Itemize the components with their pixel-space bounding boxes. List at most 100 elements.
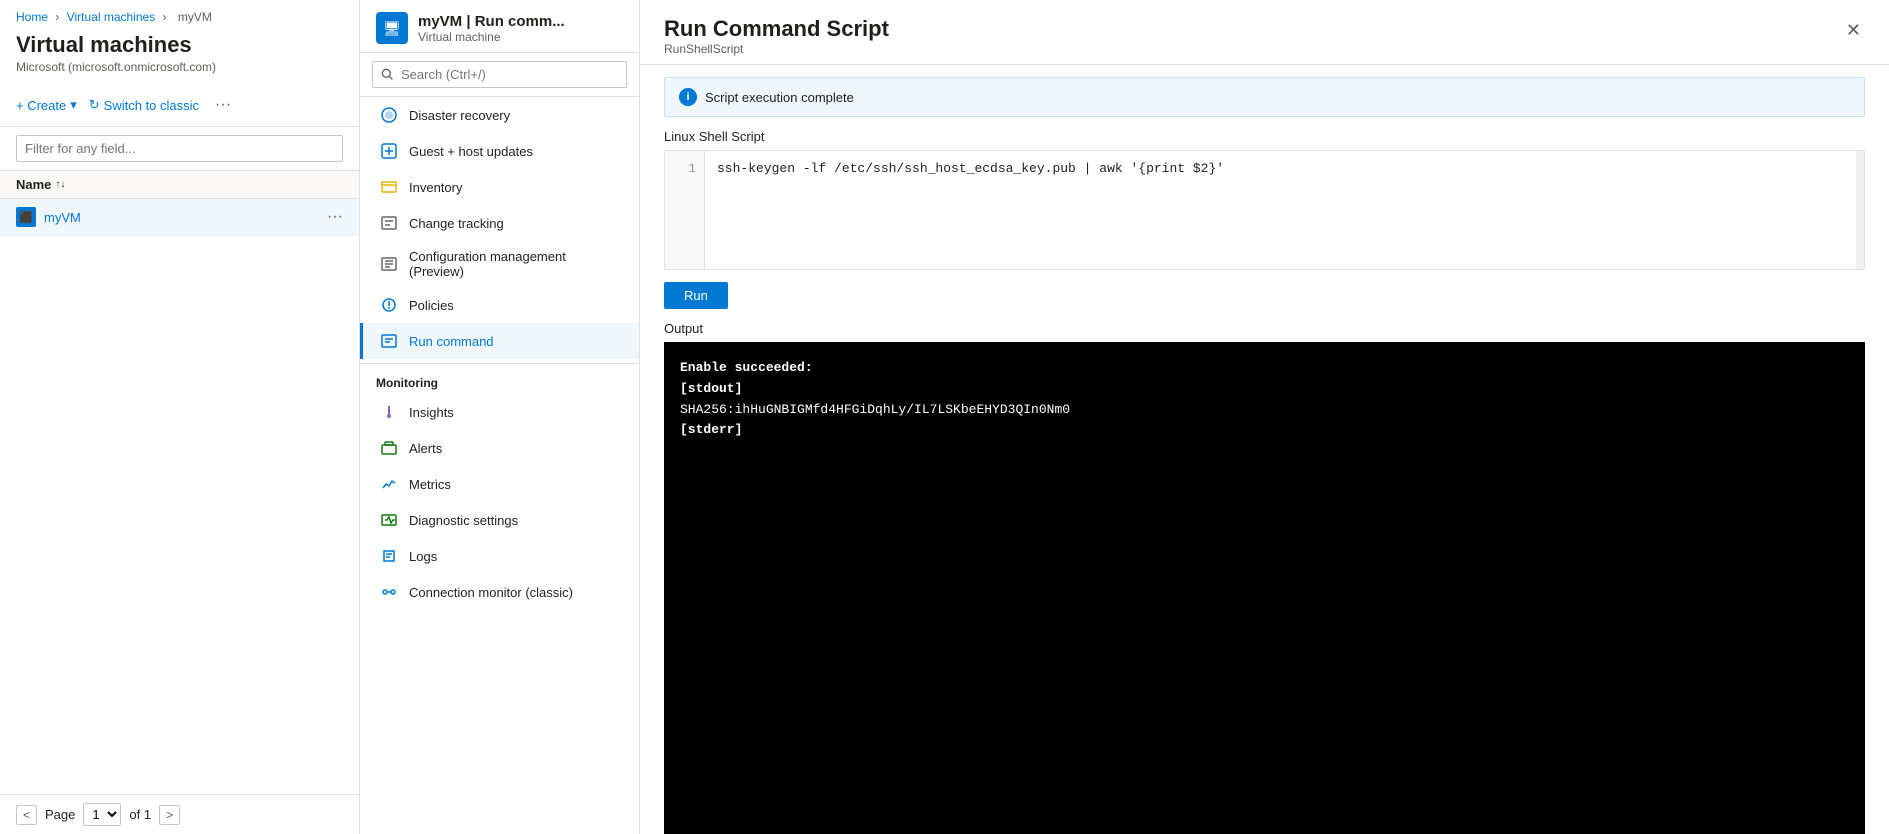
nav-label-alerts: Alerts [409, 441, 442, 456]
vm-row[interactable]: ⬛ myVM ··· [0, 199, 359, 236]
code-scrollbar[interactable] [1856, 151, 1864, 269]
vm-panel-title-group: myVM | Run comm... Virtual machine [418, 13, 565, 44]
filter-bar [0, 127, 359, 171]
nav-label-config-management: Configuration management (Preview) [409, 249, 623, 279]
switch-icon: ↻ [89, 97, 100, 113]
nav-item-disaster-recovery[interactable]: Disaster recovery [360, 97, 639, 133]
vm-row-more-button[interactable]: ··· [327, 208, 343, 226]
vm-panel-type: Virtual machine [418, 30, 565, 44]
output-line: SHA256:ihHuGNBIGMfd4HFGiDqhLy/IL7LSKbeEH… [680, 400, 1849, 421]
nav-label-connection-monitor: Connection monitor (classic) [409, 585, 573, 600]
output-line: [stderr] [680, 420, 1849, 441]
search-bar [360, 53, 639, 97]
page-of: of 1 [129, 807, 151, 822]
inventory-icon [379, 177, 399, 197]
next-page-button[interactable]: > [159, 805, 180, 825]
code-content[interactable]: ssh-keygen -lf /etc/ssh/ssh_host_ecdsa_k… [705, 151, 1864, 269]
switch-label: Switch to classic [104, 98, 199, 113]
pagination: < Page 1 of 1 > [0, 794, 359, 834]
prev-page-button[interactable]: < [16, 805, 37, 825]
page-select[interactable]: 1 [83, 803, 121, 826]
output-label: Output [664, 321, 1865, 336]
code-editor[interactable]: 1 ssh-keygen -lf /etc/ssh/ssh_host_ecdsa… [664, 150, 1865, 270]
breadcrumb: Home › Virtual machines › myVM [0, 0, 359, 28]
monitoring-section-header: Monitoring [360, 368, 639, 394]
nav-item-guest-updates[interactable]: Guest + host updates [360, 133, 639, 169]
config-icon [379, 254, 399, 274]
nav-label-disaster-recovery: Disaster recovery [409, 108, 510, 123]
nav-item-insights[interactable]: Insights [360, 394, 639, 430]
vm-panel-header: 🖥 myVM | Run comm... Virtual machine [360, 0, 639, 53]
nav-item-connection-monitor[interactable]: Connection monitor (classic) [360, 574, 639, 610]
run-icon [379, 331, 399, 351]
diagnostic-icon [379, 510, 399, 530]
nav-label-insights: Insights [409, 405, 454, 420]
script-content: Linux Shell Script 1 ssh-keygen -lf /etc… [640, 129, 1889, 834]
vm-name-text: myVM [44, 210, 81, 225]
script-section-label: Linux Shell Script [664, 129, 1865, 144]
breadcrumb-sep2: › [163, 10, 167, 24]
search-input[interactable] [372, 61, 627, 88]
line-number-1: 1 [673, 159, 696, 180]
alerts-icon [379, 438, 399, 458]
nav-item-run-command[interactable]: Run command [360, 323, 639, 359]
nav-label-diagnostic: Diagnostic settings [409, 513, 518, 528]
nav-item-inventory[interactable]: Inventory [360, 169, 639, 205]
metrics-icon [379, 474, 399, 494]
nav-label-run-command: Run command [409, 334, 494, 349]
run-command-panel: Run Command Script RunShellScript ✕ i Sc… [640, 0, 1889, 834]
run-button[interactable]: Run [664, 282, 728, 309]
breadcrumb-vm: myVM [178, 10, 212, 24]
script-title: Run Command Script [664, 16, 889, 42]
nav-item-diagnostic[interactable]: Diagnostic settings [360, 502, 639, 538]
nav-label-change-tracking: Change tracking [409, 216, 504, 231]
vm-name-cell: ⬛ myVM [16, 207, 81, 227]
script-title-group: Run Command Script RunShellScript [664, 16, 889, 56]
disaster-icon [379, 105, 399, 125]
table-header: Name ↑↓ [0, 171, 359, 199]
nav-item-metrics[interactable]: Metrics [360, 466, 639, 502]
logs-icon [379, 546, 399, 566]
vm-list-panel: Home › Virtual machines › myVM Virtual m… [0, 0, 360, 834]
create-button[interactable]: + Create ▾ [16, 93, 77, 117]
vm-panel-icon-symbol: 🖥 [383, 20, 401, 37]
nav-item-alerts[interactable]: Alerts [360, 430, 639, 466]
vm-panel-name: myVM | Run comm... [418, 13, 565, 30]
page-label: Page [45, 807, 75, 822]
change-icon [379, 213, 399, 233]
info-banner: i Script execution complete [664, 77, 1865, 117]
connection-icon [379, 582, 399, 602]
more-button[interactable]: ··· [211, 92, 235, 118]
output-line: Enable succeeded: [680, 358, 1849, 379]
close-button[interactable]: ✕ [1842, 16, 1865, 45]
output-line: [stdout] [680, 379, 1849, 400]
filter-input[interactable] [16, 135, 343, 162]
vm-panel-icon: 🖥 [376, 12, 408, 44]
script-subtitle: RunShellScript [664, 42, 889, 56]
switch-button[interactable]: ↻ Switch to classic [89, 93, 199, 117]
table-header-name: Name ↑↓ [16, 177, 65, 192]
nav-item-change-tracking[interactable]: Change tracking [360, 205, 639, 241]
nav-label-logs: Logs [409, 549, 437, 564]
nav-divider [360, 363, 639, 364]
nav-label-policies: Policies [409, 298, 454, 313]
vm-icon-symbol: ⬛ [19, 211, 33, 224]
nav-item-config-management[interactable]: Configuration management (Preview) [360, 241, 639, 287]
nav-item-policies[interactable]: Policies [360, 287, 639, 323]
output-terminal: Enable succeeded:[stdout]SHA256:ihHuGNBI… [664, 342, 1865, 834]
policies-icon [379, 295, 399, 315]
toolbar: + Create ▾ ↻ Switch to classic ··· [0, 84, 359, 127]
info-icon: i [679, 88, 697, 106]
vm-nav-panel: 🖥 myVM | Run comm... Virtual machine Dis… [360, 0, 640, 834]
nav-section-monitoring: Insights Alerts Metrics Diagnostic setti… [360, 394, 639, 610]
nav-label-inventory: Inventory [409, 180, 462, 195]
breadcrumb-sep1: › [55, 10, 59, 24]
updates-icon [379, 141, 399, 161]
chevron-down-icon: ▾ [70, 97, 77, 113]
panel-subtitle: Microsoft (microsoft.onmicrosoft.com) [0, 60, 359, 84]
breadcrumb-vms[interactable]: Virtual machines [67, 10, 156, 24]
breadcrumb-home[interactable]: Home [16, 10, 48, 24]
nav-section-operations: Disaster recovery Guest + host updates I… [360, 97, 639, 359]
nav-label-metrics: Metrics [409, 477, 451, 492]
nav-item-logs[interactable]: Logs [360, 538, 639, 574]
